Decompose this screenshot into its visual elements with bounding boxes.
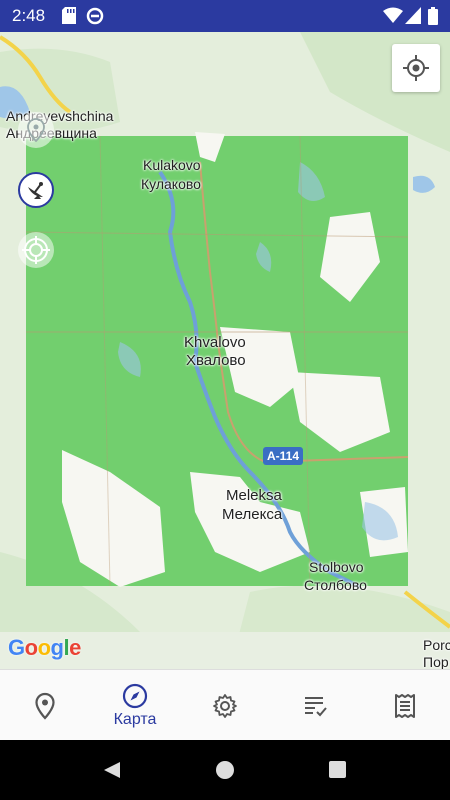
nav-item-settings[interactable] — [180, 670, 270, 741]
back-button[interactable] — [102, 760, 122, 785]
place-label-en: Khvalovo — [184, 334, 246, 351]
checklist-icon — [305, 696, 327, 716]
bottom-navigation: Карта — [0, 669, 450, 741]
place-label-ru: Пор — [423, 654, 449, 669]
recents-square-icon — [329, 761, 346, 778]
nav-item-markers[interactable] — [0, 670, 90, 741]
place-label-ru: Мелекса — [222, 506, 283, 523]
system-navigation-bar — [0, 740, 450, 800]
receipt-icon — [395, 693, 415, 718]
home-circle-icon — [216, 761, 234, 779]
clock: 2:48 — [12, 6, 46, 25]
place-label-ru: Кулаково — [141, 176, 201, 192]
data-saver-icon — [86, 7, 104, 30]
nav-item-reports[interactable] — [360, 670, 450, 741]
add-marker-button[interactable] — [18, 112, 54, 148]
nav-item-map[interactable]: Карта — [90, 670, 180, 741]
place-label-en: Porc — [423, 637, 450, 653]
map-pin-icon — [35, 692, 55, 720]
battery-icon — [428, 7, 438, 30]
place-label-en: Kulakovo — [143, 157, 201, 173]
place-label-en: Stolbovo — [309, 559, 364, 575]
target-icon — [22, 236, 50, 264]
road-shield: A-114 — [263, 447, 304, 465]
sd-card-icon — [62, 7, 76, 29]
place-label-ru: Хвалово — [186, 352, 246, 369]
nav-label-map: Карта — [113, 710, 157, 728]
gear-icon — [213, 693, 237, 718]
signal-icon — [405, 7, 421, 29]
status-bar: 2:48 — [0, 0, 450, 32]
recents-button[interactable] — [328, 760, 347, 784]
satellite-layer-button[interactable] — [18, 172, 54, 208]
map-pin-icon — [27, 118, 45, 142]
gps-target-button[interactable] — [18, 232, 54, 268]
my-location-button[interactable] — [392, 44, 440, 92]
place-label-en: Meleksa — [226, 487, 282, 504]
wifi-icon — [383, 7, 403, 29]
back-triangle-icon — [104, 762, 120, 778]
map-view[interactable]: Andreyevshchina Андреевщина Kulakovo Кул… — [0, 32, 450, 669]
satellite-dish-icon — [28, 182, 43, 199]
home-button[interactable] — [215, 760, 235, 785]
google-logo: Google — [8, 635, 81, 660]
compass-icon — [122, 683, 148, 708]
crosshair-icon — [403, 55, 429, 81]
nav-item-tasks[interactable] — [270, 670, 360, 741]
place-label-ru: Столбово — [304, 577, 367, 593]
